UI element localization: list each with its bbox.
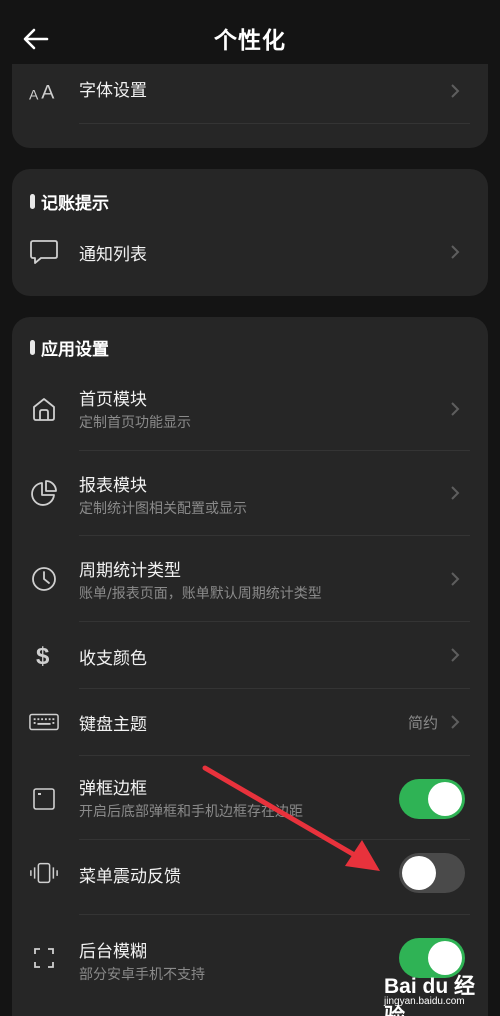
window-frame-icon	[29, 785, 59, 813]
home-icon	[29, 395, 59, 423]
keyboard-theme-value: 简约	[407, 714, 438, 732]
font-settings-row[interactable]: A A 字体设置	[12, 64, 488, 124]
chevron-right-icon	[451, 402, 460, 416]
svg-text:A: A	[29, 86, 39, 102]
expand-corners-icon	[29, 944, 59, 972]
notification-list-row[interactable]: 通知列表	[12, 219, 488, 285]
chevron-right-icon	[451, 245, 460, 259]
background-blur-label: 后台模糊	[79, 942, 147, 962]
report-module-label: 报表模块	[79, 476, 147, 496]
section-title: 应用设置	[30, 335, 109, 360]
chevron-right-icon	[451, 486, 460, 500]
font-settings-label: 字体设置	[79, 81, 147, 101]
font-settings-card: A A 字体设置	[12, 64, 488, 148]
chevron-right-icon	[451, 648, 460, 662]
menu-vibration-label: 菜单震动反馈	[79, 867, 181, 887]
svg-text:$: $	[36, 643, 50, 669]
divider	[79, 755, 470, 756]
dialog-border-label: 弹框边框	[79, 779, 147, 799]
home-module-label: 首页模块	[79, 390, 147, 410]
report-module-row[interactable]: 报表模块 定制统计图相关配置或显示	[12, 459, 488, 527]
chevron-right-icon	[451, 715, 460, 729]
home-module-row[interactable]: 首页模块 定制首页功能显示	[12, 375, 488, 443]
bookkeeping-reminder-card: 记账提示 通知列表	[12, 169, 488, 296]
notification-list-label: 通知列表	[79, 245, 147, 265]
toggle-knob	[402, 856, 436, 890]
dialog-border-row: 弹框边框 开启后底部弹框和手机边框存在边距	[12, 766, 488, 832]
chat-bubble-icon	[29, 238, 59, 266]
page-title: 个性化	[214, 28, 286, 54]
section-marker	[30, 193, 35, 209]
section-title: 记账提示	[30, 189, 109, 214]
income-expense-color-label: 收支颜色	[79, 649, 147, 669]
dollar-icon: $	[29, 641, 59, 669]
period-stats-subtitle: 账单/报表页面，账单默认周期统计类型	[79, 586, 322, 602]
watermark-site: jingyan.baidu.com	[384, 996, 465, 1007]
back-button[interactable]	[20, 24, 52, 54]
chevron-right-icon	[451, 84, 460, 98]
keyboard-theme-row[interactable]: 键盘主题 简约	[12, 689, 488, 755]
period-stats-label: 周期统计类型	[79, 561, 181, 581]
menu-vibration-toggle[interactable]	[399, 853, 465, 893]
svg-text:A: A	[41, 82, 55, 103]
dialog-border-subtitle: 开启后底部弹框和手机边框存在边距	[79, 804, 303, 820]
keyboard-theme-label: 键盘主题	[79, 715, 147, 735]
report-module-subtitle: 定制统计图相关配置或显示	[79, 501, 247, 517]
keyboard-icon	[29, 708, 59, 736]
dialog-border-toggle[interactable]	[399, 779, 465, 819]
app-settings-card: 应用设置 首页模块 定制首页功能显示 报表模块 定制统计图相关配置或显示 周期统…	[12, 317, 488, 1016]
arrow-left-icon	[23, 28, 49, 50]
divider	[79, 123, 470, 124]
divider	[79, 914, 470, 915]
pie-chart-icon	[29, 479, 59, 507]
toggle-knob	[428, 782, 462, 816]
background-blur-subtitle: 部分安卓手机不支持	[79, 967, 205, 983]
period-stats-row[interactable]: 周期统计类型 账单/报表页面，账单默认周期统计类型	[12, 545, 488, 613]
chevron-right-icon	[451, 572, 460, 586]
baidu-watermark: Bai du 经验 jingyan.baidu.com	[382, 966, 492, 1016]
income-expense-color-row[interactable]: $ 收支颜色	[12, 622, 488, 688]
divider	[79, 535, 470, 536]
section-marker	[30, 339, 35, 355]
divider	[79, 450, 470, 451]
clock-icon	[29, 565, 59, 593]
vibration-icon	[29, 859, 59, 887]
watermark-logo: Bai du 经验	[384, 975, 476, 1016]
menu-vibration-row: 菜单震动反馈	[12, 840, 488, 906]
home-module-subtitle: 定制首页功能显示	[79, 415, 191, 431]
font-size-icon: A A	[29, 77, 59, 105]
